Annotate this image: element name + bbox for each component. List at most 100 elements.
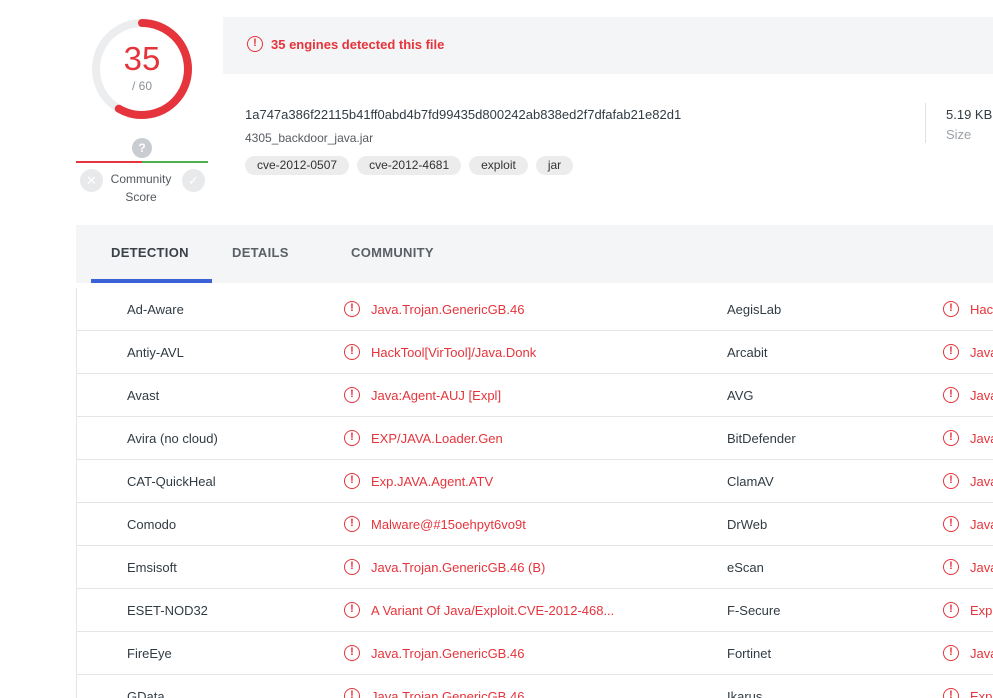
engine-name: ClamAV [727,474,774,489]
detection-result: Java.Trojan.GenericGB.46 [371,302,525,317]
engine-name: ESET-NOD32 [127,603,208,618]
tab-bar [76,225,993,283]
question-icon: ? [132,138,152,158]
engine-name: Avira (no cloud) [127,431,218,446]
alert-icon: ! [943,430,959,446]
detection-result: Expl [970,689,993,698]
table-row: CAT-QuickHeal! Exp.JAVA.Agent.ATV ClamAV! J… [77,460,993,503]
detection-result: Java.Trojan.GenericGB.46 [371,689,525,698]
alert-icon: ! [344,344,360,360]
alert-icon: ! [943,473,959,489]
alert-icon: ! [247,36,263,52]
tab-detection[interactable]: DETECTION [111,245,189,260]
file-hash[interactable]: 1a747a386f22115b41ff0abd4b7fd99435d80024… [245,107,681,122]
file-size-label: Size [946,127,972,142]
engine-name: Ad-Aware [127,302,184,317]
file-name: 4305_backdoor_java.jar [245,131,374,145]
table-row: GData! Java.Trojan.GenericGB.46 Ikarus! Exp… [77,675,993,698]
engine-name: Avast [127,388,160,403]
detection-result: HackTool[VirTool]/Java.Donk [371,345,537,360]
table-row: Avira (no cloud)! EXP/JAVA.Loader.Gen BitD… [77,417,993,460]
file-size-value: 5.19 KB [946,107,993,122]
detection-result: Java [970,431,993,446]
table-row: ESET-NOD32! A Variant Of Java/Exploit.CVE… [77,589,993,632]
detection-result: Java.Trojan.GenericGB.46 (B) [371,560,546,575]
alert-icon: ! [344,688,360,698]
detection-result: Java.Trojan.GenericGB.46 [371,646,525,661]
detection-result: Malware@#15oehpyt6vo9t [371,517,526,532]
alert-icon: ! [344,473,360,489]
alert-icon: ! [943,645,959,661]
community-score-label-line2: Score [125,190,157,204]
tag-cve-2012-4681[interactable]: cve-2012-4681 [357,156,462,175]
table-row: FireEye! Java.Trojan.GenericGB.46 Fortinet… [77,632,993,675]
engine-name: AegisLab [727,302,782,317]
engine-name: FireEye [127,646,172,661]
detection-result: Java [970,560,993,575]
engine-name: BitDefender [727,431,796,446]
alert-icon: ! [344,387,360,403]
community-score-bar-positive [142,161,208,163]
detection-banner-text: 35 engines detected this file [271,36,445,52]
alert-icon: ! [344,559,360,575]
engine-name: eScan [727,560,764,575]
detection-table: Ad-Aware! Java.Trojan.GenericGB.46 AegisLa… [76,288,993,698]
table-row: Avast! Java:Agent-AUJ [Expl] AVG! Java [77,374,993,417]
engine-name: DrWeb [727,517,768,532]
detection-result: Java [970,474,993,489]
detection-score-gauge: 35 / 60 [87,14,197,124]
engine-name: Arcabit [727,345,768,360]
engine-name: F-Secure [727,603,781,618]
alert-icon: ! [943,602,959,618]
close-icon: ✕ [86,173,97,188]
detection-result: Java [970,345,993,360]
engine-name: Fortinet [727,646,772,661]
detection-result: EXP/JAVA.Loader.Gen [371,431,503,446]
vote-harmless-button[interactable]: ✓ [182,169,205,192]
alert-icon: ! [344,301,360,317]
tag-exploit[interactable]: exploit [469,156,528,175]
file-tags: cve-2012-0507 cve-2012-4681 exploit jar [245,156,574,175]
detection-result: Java [970,388,993,403]
engine-name: Emsisoft [127,560,177,575]
alert-icon: ! [943,387,959,403]
check-icon: ✓ [188,173,199,188]
detection-result: Java [970,646,993,661]
detection-result: Java:Agent-AUJ [Expl] [371,388,502,403]
detection-result: Exp.JAVA.Agent.ATV [371,474,494,489]
detection-banner: ! 35 engines detected this file [247,36,444,52]
alert-icon: ! [344,430,360,446]
engine-name: Antiy-AVL [127,345,184,360]
tab-details[interactable]: DETAILS [232,245,289,260]
table-row: Comodo! Malware@#15oehpyt6vo9t DrWeb! Java [77,503,993,546]
engine-name: CAT-QuickHeal [127,474,216,489]
tag-cve-2012-0507[interactable]: cve-2012-0507 [245,156,350,175]
alert-icon: ! [943,344,959,360]
engine-name: GData [127,689,165,698]
active-tab-indicator [91,279,212,283]
detection-result: A Variant Of Java/Exploit.CVE-2012-468..… [371,603,615,618]
engine-total: / 60 [131,79,152,93]
detection-result: Expl [970,603,993,618]
divider [925,103,926,143]
detection-result: Hac [970,302,993,317]
table-row: Ad-Aware! Java.Trojan.GenericGB.46 AegisLa… [77,288,993,331]
alert-icon: ! [344,645,360,661]
detected-count: 35 [123,40,161,77]
alert-icon: ! [344,602,360,618]
engine-name: Comodo [127,517,177,532]
table-row: Emsisoft! Java.Trojan.GenericGB.46 (B) eSc… [77,546,993,589]
engine-name: AVG [727,388,754,403]
community-score-label-line1: Community [110,172,172,186]
engine-name: Ikarus [727,689,763,698]
tab-community[interactable]: COMMUNITY [351,245,434,260]
alert-icon: ! [943,516,959,532]
table-row: Antiy-AVL! HackTool[VirTool]/Java.Donk Arc… [77,331,993,374]
community-score-bar-negative [76,161,142,163]
alert-icon: ! [943,559,959,575]
tag-jar[interactable]: jar [535,156,574,175]
community-score-label: Community Score [100,170,182,206]
alert-icon: ! [943,301,959,317]
alert-icon: ! [344,516,360,532]
detection-result: Java [970,517,993,532]
